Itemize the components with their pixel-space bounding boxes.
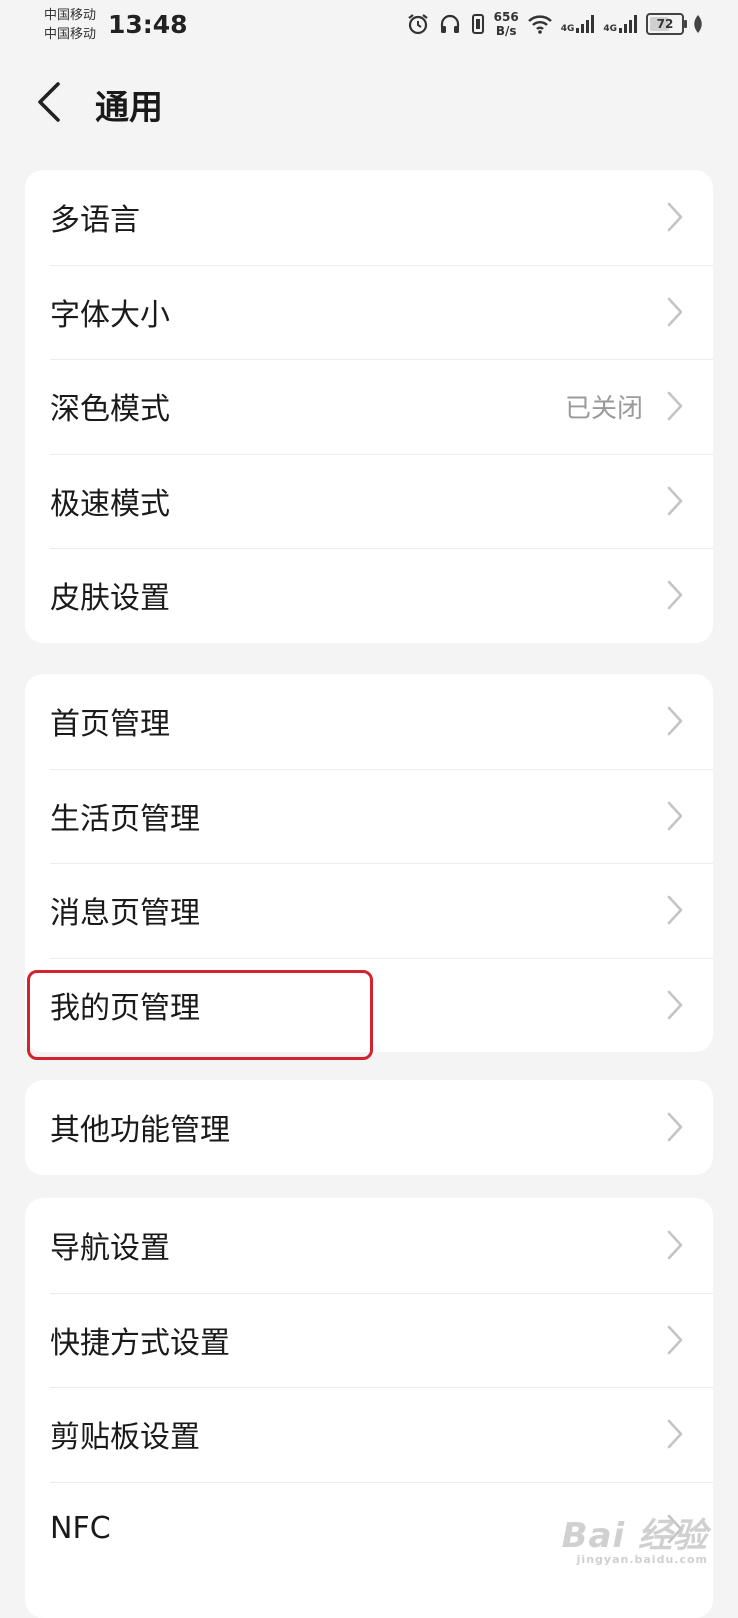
setting-label: 多语言: [50, 203, 140, 239]
status-time: 13:48: [108, 10, 188, 39]
setting-row-home-page[interactable]: 首页管理: [25, 674, 713, 769]
status-icons: 656 B/s 4G 4G 72: [406, 10, 704, 38]
setting-row-font-size[interactable]: 字体大小: [25, 264, 713, 360]
setting-label: 消息页管理: [50, 896, 200, 932]
battery-level: 72: [656, 17, 674, 31]
signal-1-label: 4G: [560, 24, 575, 34]
chevron-right-icon: [667, 391, 683, 421]
wifi-icon: [527, 15, 552, 34]
chevron-right-icon: [667, 895, 683, 925]
setting-label: 字体大小: [50, 297, 170, 333]
leaf-icon: [694, 15, 702, 33]
chevron-right-icon: [667, 1112, 683, 1142]
page-header: 通用: [0, 66, 738, 138]
net-speed-unit: B/s: [495, 24, 517, 38]
setting-label: NFC: [50, 1511, 111, 1547]
watermark-text: Bai 经验: [561, 1516, 708, 1556]
battery-icon: 72: [646, 13, 687, 35]
carrier-1: 中国移动: [44, 8, 97, 23]
setting-label: 首页管理: [50, 707, 170, 743]
setting-row-navigation[interactable]: 导航设置: [25, 1198, 713, 1293]
setting-row-life-page[interactable]: 生活页管理: [25, 768, 713, 864]
setting-label: 其他功能管理: [50, 1113, 230, 1149]
chevron-right-icon: [667, 486, 683, 516]
settings-group-display: 多语言 字体大小 深色模式 已关闭 极速模式 皮肤设置: [25, 170, 713, 643]
chevron-right-icon: [667, 1230, 683, 1260]
setting-label: 剪贴板设置: [50, 1420, 200, 1456]
dark-mode-status: 已关闭: [564, 393, 643, 424]
signal-1: 4G: [561, 14, 596, 34]
status-bar: 中国移动 中国移动 13:48 656 B/s 4G 4G 72: [0, 0, 738, 50]
highlight-box: [27, 970, 373, 1060]
chevron-right-icon: [667, 297, 683, 327]
chevron-right-icon: [667, 202, 683, 232]
setting-row-dark-mode[interactable]: 深色模式 已关闭: [25, 359, 713, 454]
setting-row-clipboard[interactable]: 剪贴板设置: [25, 1387, 713, 1482]
setting-row-message-page[interactable]: 消息页管理: [25, 863, 713, 958]
setting-row-language[interactable]: 多语言: [25, 170, 713, 265]
setting-label: 生活页管理: [50, 801, 200, 837]
setting-row-speed-mode[interactable]: 极速模式: [25, 453, 713, 549]
watermark-sub: jingyan.baidu.com: [576, 1553, 708, 1566]
signal-icon: [619, 15, 637, 33]
alarm-icon: [407, 14, 428, 35]
chevron-right-icon: [667, 1325, 683, 1355]
signal-2-label: 4G: [603, 24, 617, 34]
setting-label: 导航设置: [50, 1231, 170, 1267]
signal-2: 4G: [603, 14, 638, 34]
settings-group-other: 其他功能管理: [25, 1080, 713, 1175]
setting-label: 快捷方式设置: [50, 1325, 230, 1361]
setting-row-shortcuts[interactable]: 快捷方式设置: [25, 1292, 713, 1388]
net-speed: 656 B/s: [494, 10, 519, 38]
setting-label: 极速模式: [50, 486, 170, 522]
vibrate-icon: [471, 14, 484, 34]
chevron-right-icon: [667, 1419, 683, 1449]
setting-row-skin[interactable]: 皮肤设置: [25, 548, 713, 643]
signal-icon: [576, 15, 595, 33]
setting-label: 皮肤设置: [50, 581, 170, 617]
chevron-right-icon: [667, 706, 683, 736]
chevron-right-icon: [667, 801, 683, 831]
headphones-icon: [440, 14, 459, 33]
carrier-info: 中国移动 中国移动: [44, 6, 96, 44]
chevron-right-icon: [667, 990, 683, 1020]
page-title: 通用: [95, 88, 163, 128]
carrier-2: 中国移动: [44, 27, 97, 42]
setting-row-other-functions[interactable]: 其他功能管理: [25, 1080, 713, 1175]
back-arrow-icon[interactable]: [30, 78, 74, 126]
chevron-right-icon: [667, 580, 683, 610]
net-speed-value: 656: [493, 10, 519, 24]
setting-label: 深色模式: [50, 392, 170, 428]
baidu-watermark: Bai 经验 jingyan.baidu.com: [562, 1508, 708, 1566]
